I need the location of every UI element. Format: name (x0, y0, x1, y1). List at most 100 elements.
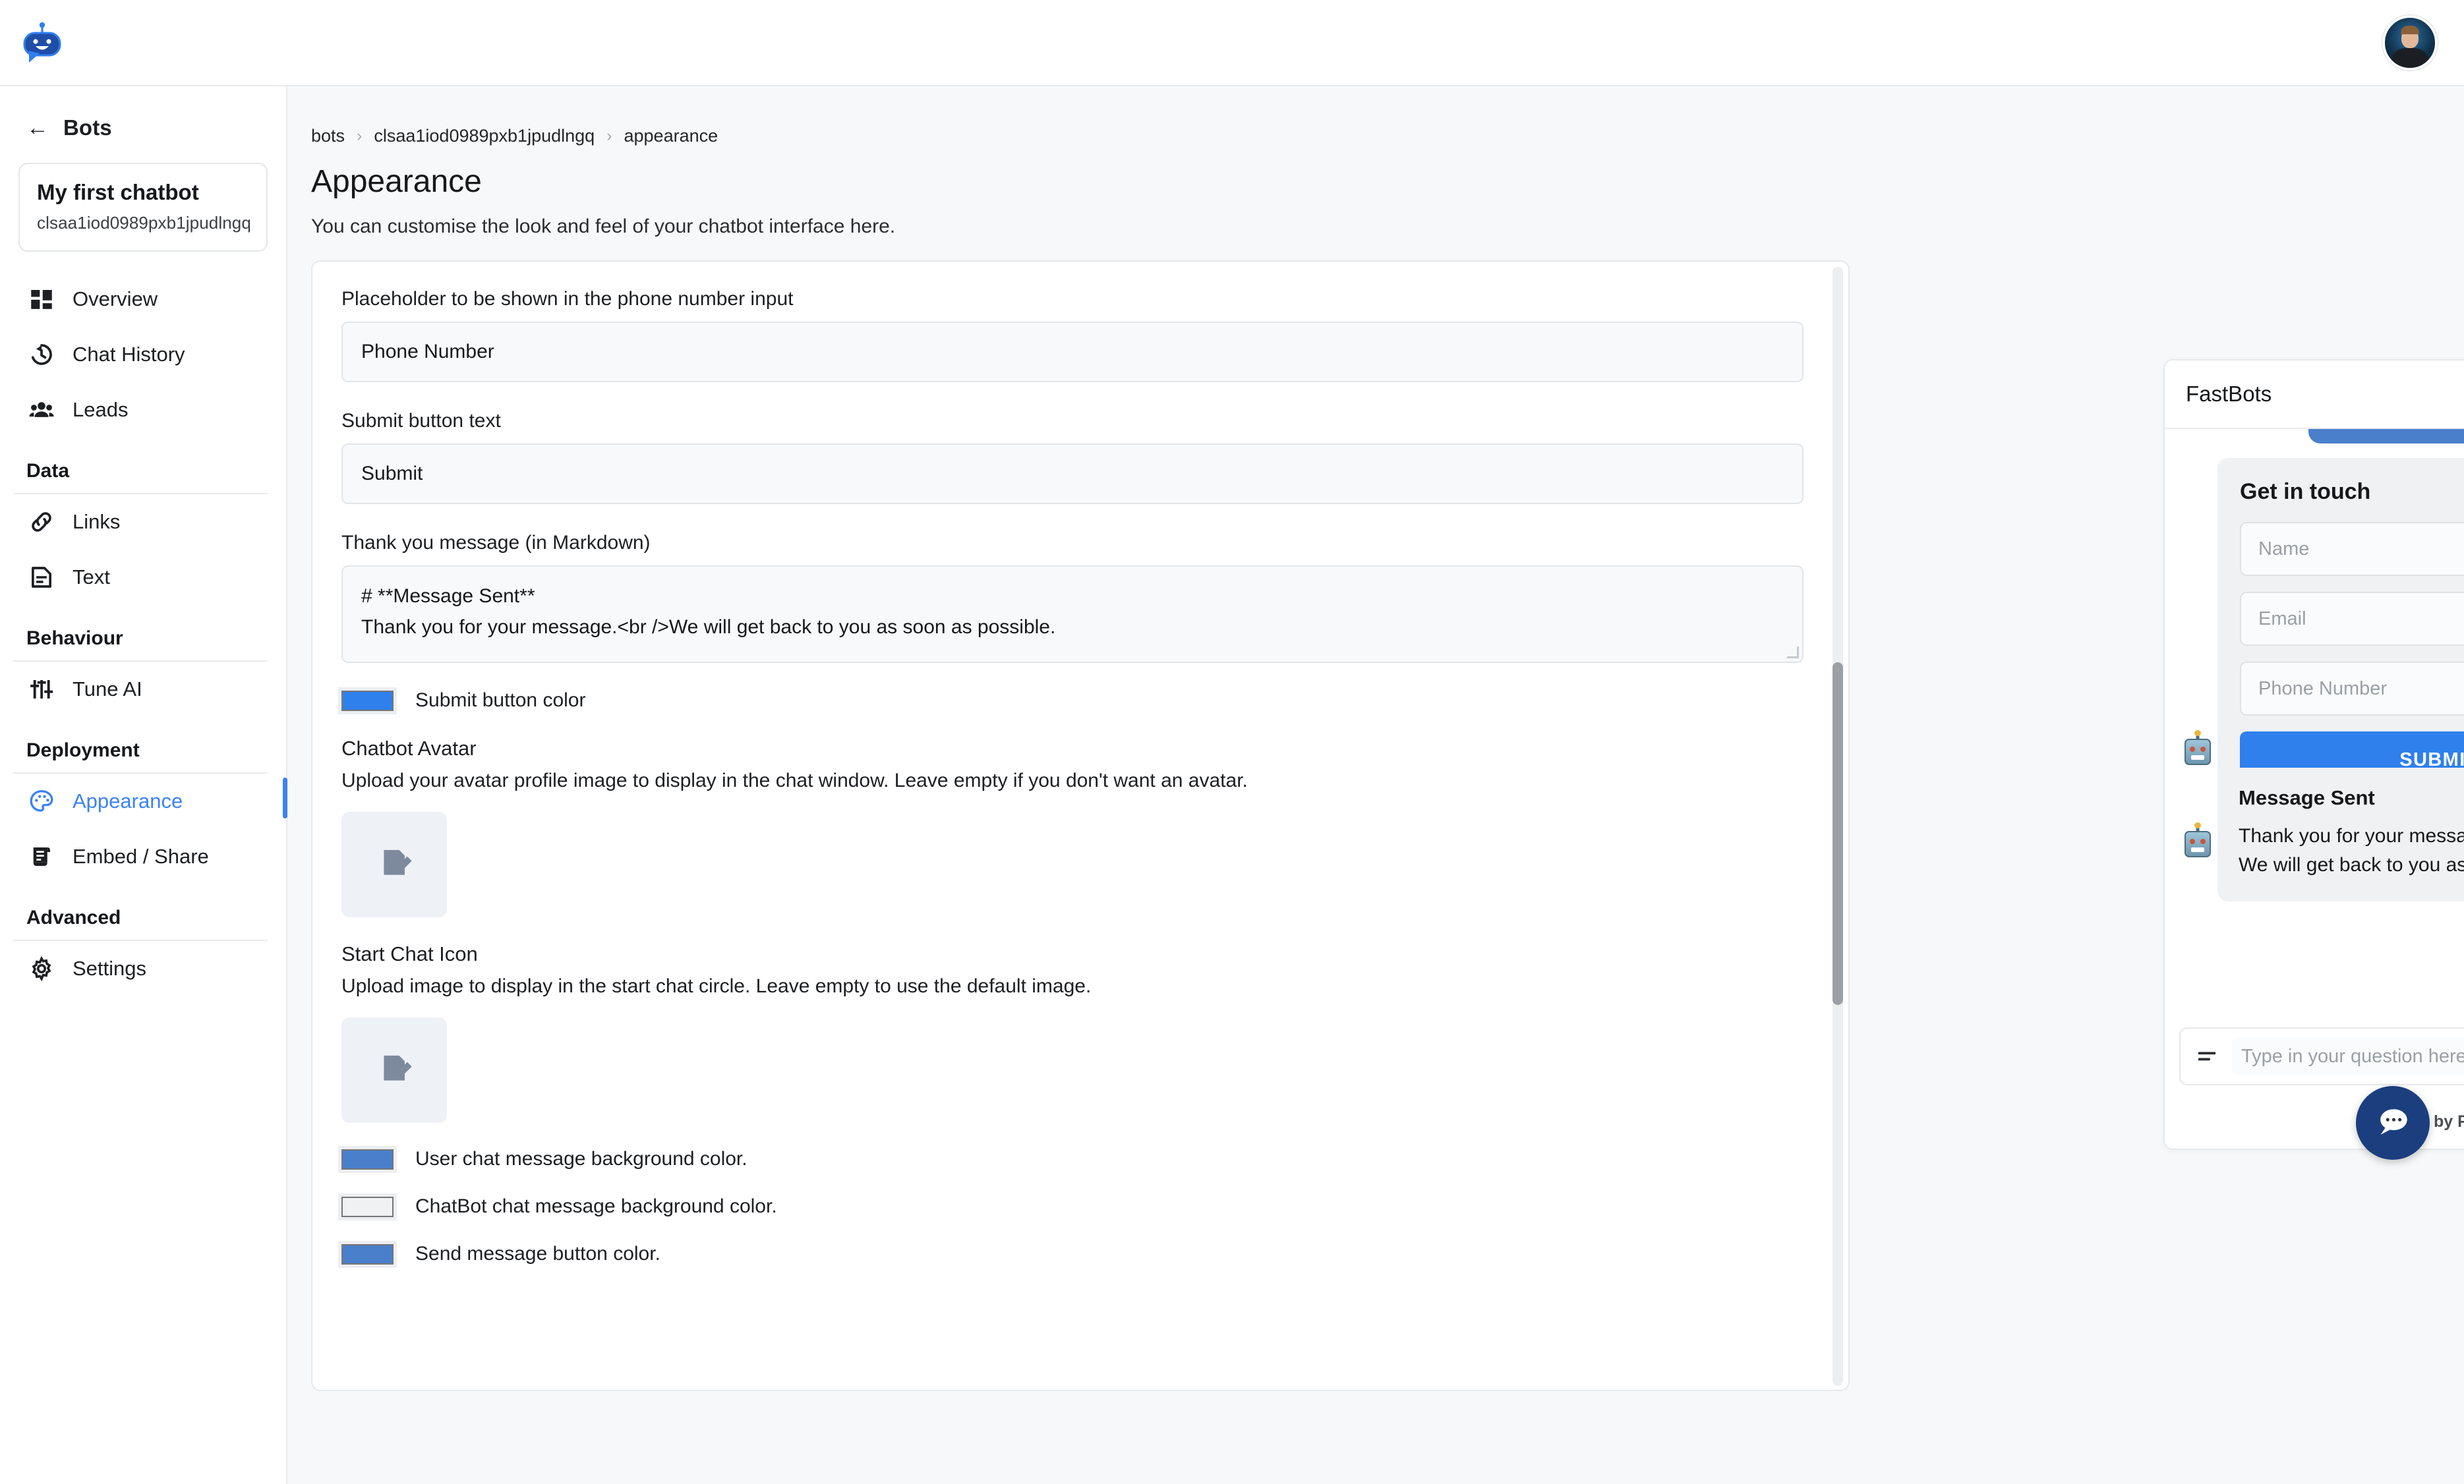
settings-scrollbar-thumb[interactable] (1833, 662, 1843, 1005)
robot-avatar-icon (2185, 739, 2211, 765)
sidebar-label: Leads (73, 398, 129, 421)
user-message-bg-color-swatch[interactable] (338, 1145, 397, 1173)
primary-nav: Overview Chat History Leads Data Links T… (0, 271, 287, 996)
bot-message-bg-color-label: ChatBot chat message background color. (415, 1195, 777, 1217)
start-chat-icon-desc: Upload image to display in the start cha… (341, 975, 1092, 997)
chat-input-row: Type in your question here (2179, 1027, 2464, 1085)
page-subtitle: You can customise the look and feel of y… (311, 215, 896, 237)
thankyou-message-textarea[interactable]: # **Message Sent** Thank you for your me… (341, 565, 1804, 663)
settings-scrollbar[interactable] (1833, 267, 1843, 1386)
breadcrumb-bots[interactable]: bots (311, 126, 345, 146)
sidebar-item-leads[interactable]: Leads (0, 382, 286, 438)
avatar-body (2391, 47, 2429, 68)
chat-bubble-icon (2380, 1109, 2407, 1135)
sidebar: ← Bots My first chatbot clsaa1iod0989pxb… (0, 86, 287, 1484)
resize-handle-icon[interactable] (1787, 646, 1799, 658)
start-chat-icon-upload[interactable] (341, 1017, 447, 1123)
sidebar-item-embed-share[interactable]: Embed / Share (0, 829, 286, 884)
chat-preview-header: FastBots ✕ (2165, 360, 2464, 429)
chatbot-avatar-desc: Upload your avatar profile image to disp… (341, 770, 1248, 791)
sidebar-item-text[interactable]: Text (0, 550, 286, 605)
lead-capture-form: Get in touch Name Email Phone Number SUB… (2217, 458, 2464, 812)
bot-message-line-1: Thank you for your message. (2239, 825, 2464, 847)
send-button-color-label: Send message button color. (415, 1243, 660, 1265)
chat-preview-body: Get in touch Name Email Phone Number SUB… (2165, 429, 2464, 1073)
sidebar-item-appearance[interactable]: Appearance (0, 774, 287, 829)
breadcrumb-appearance[interactable]: appearance (624, 126, 719, 146)
lead-form-heading: Get in touch (2240, 479, 2371, 504)
avatar-hair (2401, 25, 2419, 34)
section-title-behaviour: Behaviour (13, 605, 268, 662)
send-button-color-swatch[interactable] (338, 1240, 397, 1268)
submit-text-input[interactable]: Submit (341, 443, 1804, 504)
document-icon (32, 567, 51, 588)
phone-placeholder-input[interactable]: Phone Number (341, 322, 1804, 382)
back-to-bots-button[interactable]: ← Bots (0, 105, 286, 147)
thankyou-message-label: Thank you message (in Markdown) (341, 532, 651, 554)
bot-message-bg-color-swatch[interactable] (338, 1193, 397, 1220)
sidebar-item-overview[interactable]: Overview (0, 271, 286, 327)
sidebar-label: Settings (73, 957, 147, 980)
back-label: Bots (63, 115, 112, 140)
sidebar-item-tune-ai[interactable]: Tune AI (0, 662, 286, 717)
lead-form-email-input[interactable]: Email (2240, 592, 2464, 646)
start-chat-icon-title: Start Chat Icon (341, 942, 478, 965)
sidebar-item-links[interactable]: Links (0, 494, 286, 550)
main-content: bots › clsaa1iod0989pxb1jpudlngq › appea… (287, 86, 2464, 1484)
current-bot-card[interactable]: My first chatbot clsaa1iod0989pxb1jpudln… (18, 163, 268, 252)
bot-message-title: Message Sent (2239, 786, 2375, 809)
section-title-data: Data (13, 438, 268, 494)
lead-form-phone-input[interactable]: Phone Number (2240, 662, 2464, 716)
chat-message-input[interactable]: Type in your question here (2232, 1037, 2464, 1075)
arrow-left-icon: ← (26, 115, 49, 140)
lines-icon[interactable] (2194, 1043, 2220, 1070)
section-title-advanced: Advanced (13, 884, 268, 941)
sidebar-item-settings[interactable]: Settings (0, 941, 286, 996)
submit-button-color-swatch[interactable] (338, 687, 397, 714)
bot-message-bubble: Message Sent Thank you for your message.… (2217, 768, 2464, 901)
user-bg-color-row: User chat message background color. (338, 1145, 1819, 1173)
submit-button-color-label: Submit button color (415, 689, 586, 711)
people-icon (29, 402, 54, 417)
bot-message-line-2: We will get back to you as soon as possi… (2239, 854, 2464, 876)
top-bar (0, 0, 2464, 86)
bot-id: clsaa1iod0989pxb1jpudlngq (37, 213, 251, 233)
bot-bg-color-row: ChatBot chat message background color. (338, 1193, 1819, 1220)
lead-form-name-input[interactable]: Name (2240, 522, 2464, 576)
sidebar-label: Chat History (73, 343, 185, 366)
bot-name: My first chatbot (37, 180, 199, 204)
tune-icon (30, 680, 53, 699)
send-button-color-row: Send message button color. (338, 1240, 1819, 1268)
user-avatar[interactable] (2382, 14, 2438, 71)
thankyou-line-1: # **Message Sent** (361, 585, 535, 607)
sidebar-label: Links (73, 510, 121, 533)
open-chat-button[interactable] (2356, 1086, 2430, 1160)
robot-avatar-icon (2185, 831, 2211, 857)
dashboard-icon (31, 290, 52, 309)
image-upload-icon (384, 1055, 412, 1081)
chatbot-avatar-upload[interactable] (341, 812, 447, 917)
chat-preview-window: FastBots ✕ Get in touch Name Email Phone… (2163, 359, 2464, 1150)
history-icon (31, 344, 52, 365)
sidebar-label: Appearance (73, 789, 183, 813)
chevron-right-icon: › (357, 127, 363, 145)
phone-placeholder-label: Placeholder to be shown in the phone num… (341, 288, 794, 310)
appearance-settings-card: Placeholder to be shown in the phone num… (311, 260, 1850, 1391)
breadcrumb-bot-id[interactable]: clsaa1iod0989pxb1jpudlngq (374, 126, 595, 146)
link-icon (32, 512, 51, 532)
sidebar-item-chat-history[interactable]: Chat History (0, 327, 286, 382)
palette-icon (30, 789, 53, 812)
scroll-icon (33, 847, 50, 866)
submit-button-color-row: Submit button color (338, 687, 1819, 714)
section-title-deployment: Deployment (13, 717, 268, 774)
chatbot-avatar-title: Chatbot Avatar (341, 737, 477, 760)
sidebar-label: Overview (73, 287, 158, 310)
submit-text-label: Submit button text (341, 410, 501, 432)
chat-preview-title: FastBots (2186, 382, 2272, 406)
active-indicator (283, 778, 287, 818)
page-title: Appearance (311, 164, 482, 199)
app-logo[interactable] (22, 22, 62, 64)
breadcrumb: bots › clsaa1iod0989pxb1jpudlngq › appea… (311, 126, 718, 146)
thankyou-line-2: Thank you for your message.<br />We will… (361, 615, 1056, 638)
image-upload-icon (384, 849, 412, 875)
